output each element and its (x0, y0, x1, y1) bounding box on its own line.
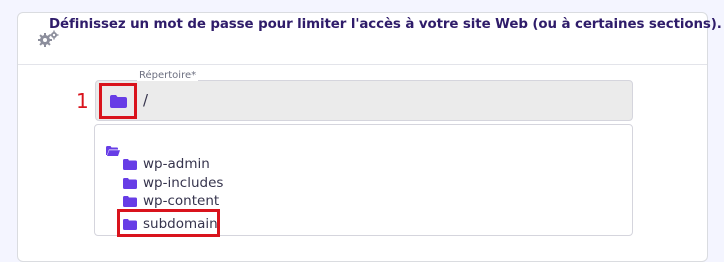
subdomain-highlight-box (117, 209, 220, 237)
tree-root[interactable] (106, 141, 120, 160)
directory-value[interactable]: / (143, 91, 148, 109)
tree-item-wp-content[interactable]: wp-content (123, 192, 219, 210)
tree-item-wp-includes[interactable]: wp-includes (123, 174, 223, 192)
card-title: Définissez un mot de passe pour limiter … (49, 17, 722, 32)
tree-item-wp-admin[interactable]: wp-admin (123, 155, 210, 173)
tree-item-label: wp-content (143, 193, 220, 209)
folder-icon (123, 177, 137, 189)
folder-open-icon (106, 146, 120, 156)
directory-label: Répertoire* (137, 70, 199, 81)
tree-item-label: wp-admin (143, 156, 210, 172)
step-marker: 1 (76, 89, 89, 113)
gears-icon (38, 30, 59, 47)
directory-field[interactable] (95, 80, 633, 121)
tree-item-label: wp-includes (143, 175, 224, 191)
folder-icon (123, 195, 137, 207)
browse-folder-button[interactable] (99, 83, 137, 119)
folder-icon (110, 95, 127, 108)
folder-icon (123, 158, 137, 170)
